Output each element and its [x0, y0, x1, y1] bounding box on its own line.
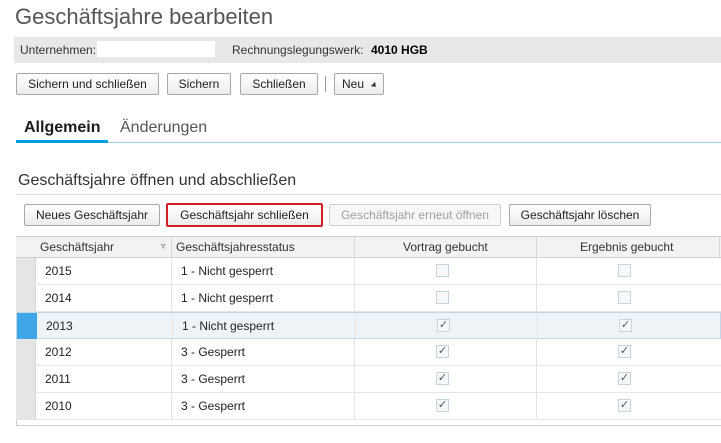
column-divider [536, 285, 537, 311]
column-divider [354, 339, 355, 365]
table-row[interactable]: 2013 1 - Nicht gesperrt ✓ ✓ [16, 312, 721, 339]
new-menu-button[interactable]: Neu [334, 73, 384, 95]
row-selector[interactable] [16, 285, 36, 311]
column-divider [354, 285, 355, 311]
carryforward-posted-checkbox [436, 291, 449, 304]
close-fiscal-year-button[interactable]: Geschäftsjahr schließen [166, 203, 323, 227]
column-divider [536, 366, 537, 392]
column-divider [354, 237, 355, 258]
table-bottom-border [16, 425, 721, 426]
column-header-fiscal-year[interactable]: Geschäftsjahr [40, 240, 114, 254]
column-header-result[interactable]: Ergebnis gebucht [580, 240, 673, 254]
carryforward-posted-checkbox: ✓ [436, 345, 449, 358]
column-divider [536, 339, 537, 365]
tab-changes[interactable]: Änderungen [120, 119, 207, 137]
table-header: Geschäftsjahr ▿ Geschäftsjahresstatus Vo… [16, 236, 721, 258]
chevron-down-icon [370, 81, 378, 89]
checkmark-icon: ✓ [620, 319, 631, 331]
toolbar-separator [325, 76, 326, 92]
reopen-fiscal-year-button: Geschäftsjahr erneut öffnen [329, 204, 501, 226]
checkmark-icon: ✓ [437, 345, 448, 357]
cell-status: 1 - Nicht gesperrt [181, 264, 274, 278]
column-divider [354, 366, 355, 392]
checkmark-icon: ✓ [438, 319, 449, 331]
cell-fiscal-year: 2010 [45, 399, 72, 413]
checkmark-icon: ✓ [619, 345, 630, 357]
tab-general[interactable]: Allgemein [24, 119, 100, 137]
save-button[interactable]: Sichern [167, 73, 231, 95]
column-divider [536, 258, 537, 284]
close-button[interactable]: Schließen [240, 73, 318, 95]
company-field[interactable] [96, 40, 216, 58]
column-divider [536, 237, 537, 258]
row-selector[interactable] [16, 366, 36, 392]
row-selector[interactable] [16, 339, 36, 365]
row-selector[interactable] [16, 258, 36, 284]
column-header-status[interactable]: Geschäftsjahresstatus [176, 240, 295, 254]
cell-status: 1 - Nicht gesperrt [182, 319, 275, 333]
cell-fiscal-year: 2015 [45, 264, 72, 278]
active-tab-indicator [16, 140, 108, 143]
cell-fiscal-year: 2012 [45, 345, 72, 359]
delete-fiscal-year-button[interactable]: Geschäftsjahr löschen [509, 204, 651, 226]
row-selector[interactable] [16, 393, 36, 419]
column-divider [354, 393, 355, 419]
result-posted-checkbox [618, 264, 631, 277]
column-divider [171, 237, 172, 258]
column-divider [171, 393, 172, 419]
cell-status: 3 - Gesperrt [181, 399, 246, 413]
accounting-principle-label: Rechnungslegungswerk: [232, 43, 364, 57]
table-row[interactable]: 2010 3 - Gesperrt ✓ ✓ [16, 393, 721, 420]
column-divider [172, 313, 173, 339]
tab-bar-divider [16, 142, 721, 143]
result-posted-checkbox: ✓ [619, 319, 632, 332]
carryforward-posted-checkbox: ✓ [437, 319, 450, 332]
cell-status: 3 - Gesperrt [181, 372, 246, 386]
column-divider [171, 258, 172, 284]
table-row[interactable]: 2014 1 - Nicht gesperrt [16, 285, 721, 312]
carryforward-posted-checkbox [436, 264, 449, 277]
section-title: Geschäftsjahre öffnen und abschließen [18, 172, 297, 189]
page-title: Geschäftsjahre bearbeiten [15, 4, 274, 29]
save-and-close-button[interactable]: Sichern und schließen [16, 73, 159, 95]
cell-fiscal-year: 2014 [45, 291, 72, 305]
checkmark-icon: ✓ [437, 372, 448, 384]
table-row[interactable]: 2011 3 - Gesperrt ✓ ✓ [16, 366, 721, 393]
result-posted-checkbox: ✓ [618, 345, 631, 358]
new-menu-label: Neu [341, 77, 364, 91]
column-divider [719, 237, 720, 258]
column-divider [536, 393, 537, 419]
table-row[interactable]: 2012 3 - Gesperrt ✓ ✓ [16, 339, 721, 366]
checkmark-icon: ✓ [437, 399, 448, 411]
new-fiscal-year-button[interactable]: Neues Geschäftsjahr [24, 204, 160, 226]
cell-status: 3 - Gesperrt [181, 345, 246, 359]
accounting-principle-value: 4010 HGB [371, 43, 428, 57]
column-divider [171, 339, 172, 365]
column-divider [355, 313, 356, 339]
checkmark-icon: ✓ [619, 372, 630, 384]
result-posted-checkbox: ✓ [618, 399, 631, 412]
header-info-bar: Unternehmen: Rechnungslegungswerk: 4010 … [14, 37, 721, 63]
column-divider [537, 313, 538, 339]
result-posted-checkbox [618, 291, 631, 304]
carryforward-posted-checkbox: ✓ [436, 399, 449, 412]
checkmark-icon: ✓ [619, 399, 630, 411]
cell-fiscal-year: 2013 [46, 319, 73, 333]
cell-status: 1 - Nicht gesperrt [181, 291, 274, 305]
result-posted-checkbox: ✓ [618, 372, 631, 385]
column-divider [171, 366, 172, 392]
section-divider [16, 194, 721, 195]
table-row[interactable]: 2015 1 - Nicht gesperrt [16, 258, 721, 285]
cell-fiscal-year: 2011 [45, 372, 71, 386]
column-divider [354, 258, 355, 284]
sort-filter-icon[interactable]: ▿ [161, 241, 166, 252]
column-divider [171, 285, 172, 311]
company-label: Unternehmen: [20, 43, 97, 57]
column-header-carryforward[interactable]: Vortrag gebucht [403, 240, 488, 254]
carryforward-posted-checkbox: ✓ [436, 372, 449, 385]
row-selector[interactable] [17, 313, 37, 339]
